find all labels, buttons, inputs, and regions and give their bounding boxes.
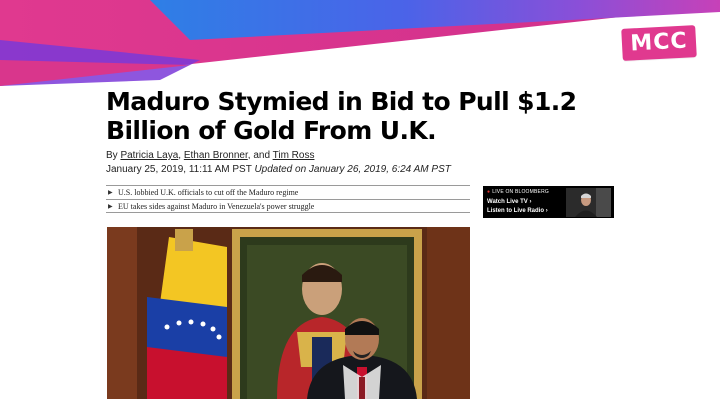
- live-label-text: LIVE ON BLOOMBERG: [492, 189, 549, 195]
- related-link-text[interactable]: EU takes sides against Maduro in Venezue…: [118, 202, 314, 211]
- author-link[interactable]: Patricia Laya: [120, 150, 178, 161]
- listen-live-text[interactable]: Listen to Live Radio: [487, 208, 544, 214]
- watch-live-text[interactable]: Watch Live TV: [487, 199, 528, 205]
- related-link-text[interactable]: U.S. lobbied U.K. officials to cut off t…: [118, 188, 298, 197]
- live-dot-icon: ●: [487, 189, 491, 195]
- arrow-right-icon: ▶: [108, 190, 113, 196]
- published-date: January 25, 2019, 11:11 AM PST: [106, 164, 252, 175]
- updated-date: Updated on January 26, 2019, 6:24 AM PST: [254, 164, 451, 175]
- article-photo: [107, 227, 470, 399]
- related-link[interactable]: ▶ EU takes sides against Maduro in Venez…: [106, 199, 470, 213]
- byline-prefix: By: [106, 150, 121, 161]
- chevron-right-icon: ›: [545, 208, 548, 214]
- presenter-image: [566, 188, 611, 217]
- related-links: ▶ U.S. lobbied U.K. officials to cut off…: [106, 185, 470, 213]
- author-link[interactable]: Tim Ross: [273, 150, 315, 161]
- arrow-right-icon: ▶: [108, 203, 113, 210]
- live-label: ● LIVE ON BLOOMBERG: [487, 189, 549, 195]
- related-link[interactable]: ▶ U.S. lobbied U.K. officials to cut off…: [106, 185, 470, 199]
- mcc-logo: MCC: [621, 25, 697, 61]
- header-banner: [0, 0, 720, 86]
- listen-live-link[interactable]: Listen to Live Radio ›: [487, 208, 548, 214]
- watch-live-link[interactable]: Watch Live TV ›: [487, 199, 531, 205]
- chevron-right-icon: ›: [529, 199, 532, 205]
- live-thumbnail[interactable]: [566, 188, 611, 217]
- byline-separator: , and: [247, 150, 273, 161]
- dateline: January 25, 2019, 11:11 AM PST Updated o…: [106, 163, 606, 177]
- byline: By Patricia Laya, Ethan Bronner, and Tim…: [106, 149, 606, 163]
- article-headline: Maduro Stymied in Bid to Pull $1.2 Billi…: [106, 87, 577, 145]
- author-link[interactable]: Ethan Bronner: [184, 150, 248, 161]
